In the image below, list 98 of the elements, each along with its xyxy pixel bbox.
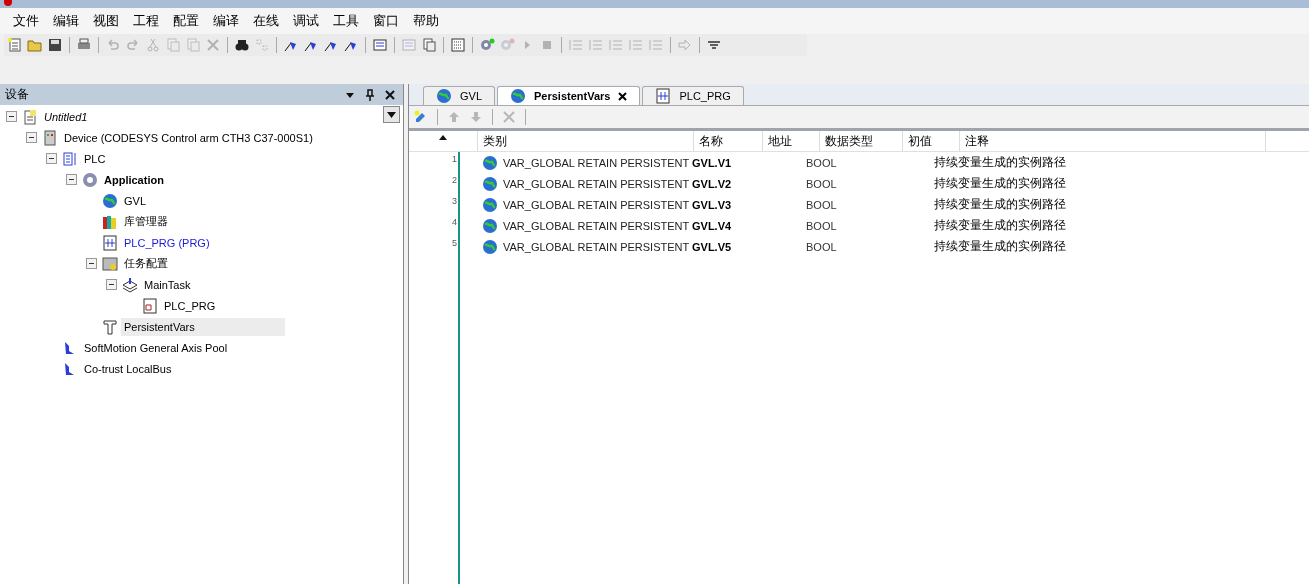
table-cell: 持续变量生成的实例路径: [934, 196, 1066, 213]
globe-icon: [482, 238, 498, 255]
column-header[interactable]: 类别: [478, 131, 694, 151]
app-icon: [4, 0, 12, 6]
tree-item[interactable]: SoftMotion General Axis Pool: [81, 338, 231, 357]
table-cell: VAR_GLOBAL RETAIN PERSISTENT: [503, 177, 690, 190]
grid-icon[interactable]: [450, 37, 466, 53]
line-number: 4: [451, 216, 457, 229]
column-header[interactable]: 数据类型: [820, 131, 903, 151]
menu-item[interactable]: 工具: [326, 12, 366, 30]
panel-title: 设备: [5, 86, 30, 103]
menu-item[interactable]: 配置: [166, 12, 206, 30]
dropdown-button[interactable]: [383, 106, 400, 123]
collapse-toggle[interactable]: [106, 279, 117, 290]
globe-icon: [510, 88, 526, 104]
plc-icon: [62, 150, 78, 167]
tasks-icon: [102, 255, 118, 272]
table-cell: 持续变量生成的实例路径: [934, 175, 1066, 192]
document-icon[interactable]: [421, 37, 437, 53]
menu-item[interactable]: 文件: [6, 12, 46, 30]
tree-item[interactable]: GVL: [121, 191, 149, 210]
tree-item[interactable]: Device (CODESYS Control arm CTH3 C37-000S1): [61, 128, 316, 147]
tree-item[interactable]: PLC_PRG (PRG): [121, 233, 213, 252]
save-icon[interactable]: [47, 37, 63, 53]
tree-item[interactable]: PLC: [81, 149, 109, 168]
sort-arrow-icon[interactable]: [439, 135, 447, 140]
menu-item[interactable]: 在线: [246, 12, 286, 30]
tree-item[interactable]: PLC_PRG: [161, 296, 219, 315]
table-cell: BOOL: [806, 177, 837, 190]
document-icon: [22, 108, 38, 125]
gear-icon[interactable]: [479, 37, 495, 53]
pin-icon[interactable]: [365, 88, 375, 101]
table-cell: VAR_GLOBAL RETAIN PERSISTENT: [503, 219, 690, 232]
globe-icon: [482, 196, 498, 213]
line-number: 5: [451, 237, 457, 250]
editor-tab[interactable]: GVL: [423, 86, 495, 105]
column-header[interactable]: 初值: [903, 131, 960, 151]
stack-icon: [122, 276, 138, 293]
globe-icon: [482, 217, 498, 234]
gear-icon: [82, 171, 98, 188]
table-cell: GVL.V5: [692, 240, 732, 253]
table-cell: VAR_GLOBAL RETAIN PERSISTENT: [503, 156, 690, 169]
table-cell: BOOL: [806, 240, 837, 253]
menu-item[interactable]: 帮助: [406, 12, 446, 30]
collapse-toggle[interactable]: [66, 174, 77, 185]
column-header[interactable]: 名称: [694, 131, 763, 151]
device-icon: [42, 129, 58, 146]
line-number: 3: [451, 195, 457, 208]
editor-tab[interactable]: PersistentVars: [497, 86, 641, 105]
table-cell: 持续变量生成的实例路径: [934, 154, 1066, 171]
table-cell: GVL.V2: [692, 177, 732, 190]
table-cell: VAR_GLOBAL RETAIN PERSISTENT: [503, 198, 690, 211]
close-icon[interactable]: [618, 91, 628, 101]
program-icon: [102, 234, 118, 251]
menu-item[interactable]: 编辑: [46, 12, 86, 30]
tree-item[interactable]: Co-trust LocalBus: [81, 359, 175, 378]
collapse-toggle[interactable]: [6, 111, 17, 122]
table-cell: GVL.V3: [692, 198, 732, 211]
table-cell: VAR_GLOBAL RETAIN PERSISTENT: [503, 240, 690, 253]
tree-item[interactable]: 库管理器: [121, 211, 171, 232]
table-cell: GVL.V1: [692, 156, 732, 169]
menu-item[interactable]: 调试: [286, 12, 326, 30]
table-cell: 持续变量生成的实例路径: [934, 238, 1066, 255]
editor-tab[interactable]: PLC_PRG: [642, 86, 744, 105]
books-icon: [102, 213, 118, 230]
close-icon[interactable]: [385, 89, 395, 100]
tree-item[interactable]: 任务配置: [121, 253, 171, 274]
table-cell: 持续变量生成的实例路径: [934, 217, 1066, 234]
globe-icon: [102, 192, 118, 209]
program-icon: [655, 88, 672, 104]
tree-item[interactable]: PersistentVars: [121, 317, 285, 336]
column-header[interactable]: 地址: [763, 131, 820, 151]
line-number: 2: [451, 174, 457, 187]
table-cell: BOOL: [806, 156, 837, 169]
program-icon: [142, 297, 158, 314]
collapse-toggle[interactable]: [46, 153, 57, 164]
tree-item[interactable]: Untitled1: [41, 107, 91, 126]
list-icon[interactable]: [372, 37, 388, 53]
menu-item[interactable]: 工程: [126, 12, 166, 30]
new-file-icon[interactable]: [7, 37, 23, 53]
globe-icon: [482, 154, 498, 171]
caret-icon: [387, 111, 396, 118]
collapse-toggle[interactable]: [26, 132, 37, 143]
tree-item[interactable]: MainTask: [141, 275, 194, 294]
collapse-toggle[interactable]: [86, 258, 97, 269]
table-cell: BOOL: [806, 198, 837, 211]
column-header[interactable]: 注释: [960, 131, 1266, 151]
menu-item[interactable]: 窗口: [366, 12, 406, 30]
table-cell: GVL.V4: [692, 219, 732, 232]
search-icon[interactable]: [234, 37, 250, 53]
table-cell: BOOL: [806, 219, 837, 232]
tree-item[interactable]: Application: [101, 170, 167, 189]
menu-item[interactable]: 视图: [86, 12, 126, 30]
globe-icon: [482, 175, 498, 192]
menu-item[interactable]: 编译: [206, 12, 246, 30]
t-icon: [102, 318, 118, 335]
globe-icon: [436, 88, 452, 104]
line-number: 1: [451, 153, 457, 166]
